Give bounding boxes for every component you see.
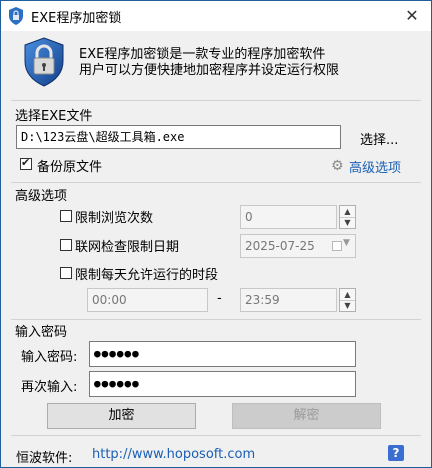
stepper-down-icon[interactable]: ▼ bbox=[340, 300, 355, 311]
file-path-input[interactable]: D:\123云盘\超级工具箱.exe bbox=[16, 125, 341, 149]
window-title: EXE程序加密锁 bbox=[31, 11, 122, 26]
time-end-input[interactable]: 23:59 bbox=[240, 288, 337, 312]
time-end-stepper[interactable]: ▲ ▼ bbox=[339, 288, 356, 312]
separator bbox=[11, 319, 421, 320]
shield-lock-icon bbox=[24, 37, 64, 87]
password-label: 输入密码: bbox=[21, 350, 78, 365]
separator bbox=[11, 435, 421, 436]
decrypt-button[interactable]: 解密 bbox=[232, 403, 381, 429]
time-dash: - bbox=[217, 291, 222, 306]
views-stepper[interactable]: ▲ ▼ bbox=[339, 205, 356, 229]
password-section-title: 输入密码 bbox=[15, 325, 68, 340]
browse-button[interactable]: 选择... bbox=[360, 129, 398, 148]
intro-line-2: 用户可以方便快捷地加密程序并设定运行权限 bbox=[79, 63, 340, 78]
footer-label: 恒波软件: bbox=[16, 451, 73, 466]
separator bbox=[11, 100, 421, 101]
net-date-label: 联网检查限制日期 bbox=[75, 240, 180, 255]
calendar-checkbox-icon[interactable] bbox=[332, 241, 342, 251]
stepper-down-icon[interactable]: ▼ bbox=[340, 217, 355, 228]
encrypt-button[interactable]: 加密 bbox=[47, 403, 196, 429]
website-link[interactable]: http://www.hoposoft.com bbox=[92, 447, 255, 462]
close-button[interactable]: ✕ bbox=[397, 3, 427, 29]
backup-label: 备份原文件 bbox=[37, 160, 103, 175]
password-field[interactable]: ●●●●●● bbox=[89, 341, 356, 367]
help-icon[interactable]: ? bbox=[388, 445, 404, 461]
app-lock-icon bbox=[9, 7, 23, 25]
file-section-title: 选择EXE文件 bbox=[15, 109, 93, 124]
gear-icon: ⚙ bbox=[331, 158, 344, 174]
backup-checkbox[interactable] bbox=[20, 156, 32, 170]
daily-time-checkbox[interactable] bbox=[60, 267, 72, 279]
advanced-section-title: 高级选项 bbox=[15, 189, 68, 204]
separator bbox=[11, 182, 421, 183]
net-date-checkbox[interactable] bbox=[60, 239, 72, 251]
chevron-down-icon[interactable]: ▼ bbox=[343, 238, 350, 248]
confirm-password-field[interactable]: ●●●●●● bbox=[89, 371, 356, 397]
confirm-label: 再次输入: bbox=[21, 380, 78, 395]
views-count-input[interactable]: 0 bbox=[240, 205, 337, 229]
time-start-input[interactable]: 00:00 bbox=[87, 288, 208, 312]
title-bar: EXE程序加密锁 ✕ bbox=[1, 1, 431, 31]
limit-views-label: 限制浏览次数 bbox=[75, 211, 154, 226]
daily-time-label: 限制每天允许运行的时段 bbox=[75, 268, 219, 283]
main-window: EXE程序加密锁 ✕ EXE程序加密锁是一款专业的程序加密软件 用户可以方便快捷… bbox=[0, 0, 432, 468]
advanced-options-link[interactable]: 高级选项 bbox=[349, 157, 401, 176]
limit-views-checkbox[interactable] bbox=[60, 210, 72, 222]
